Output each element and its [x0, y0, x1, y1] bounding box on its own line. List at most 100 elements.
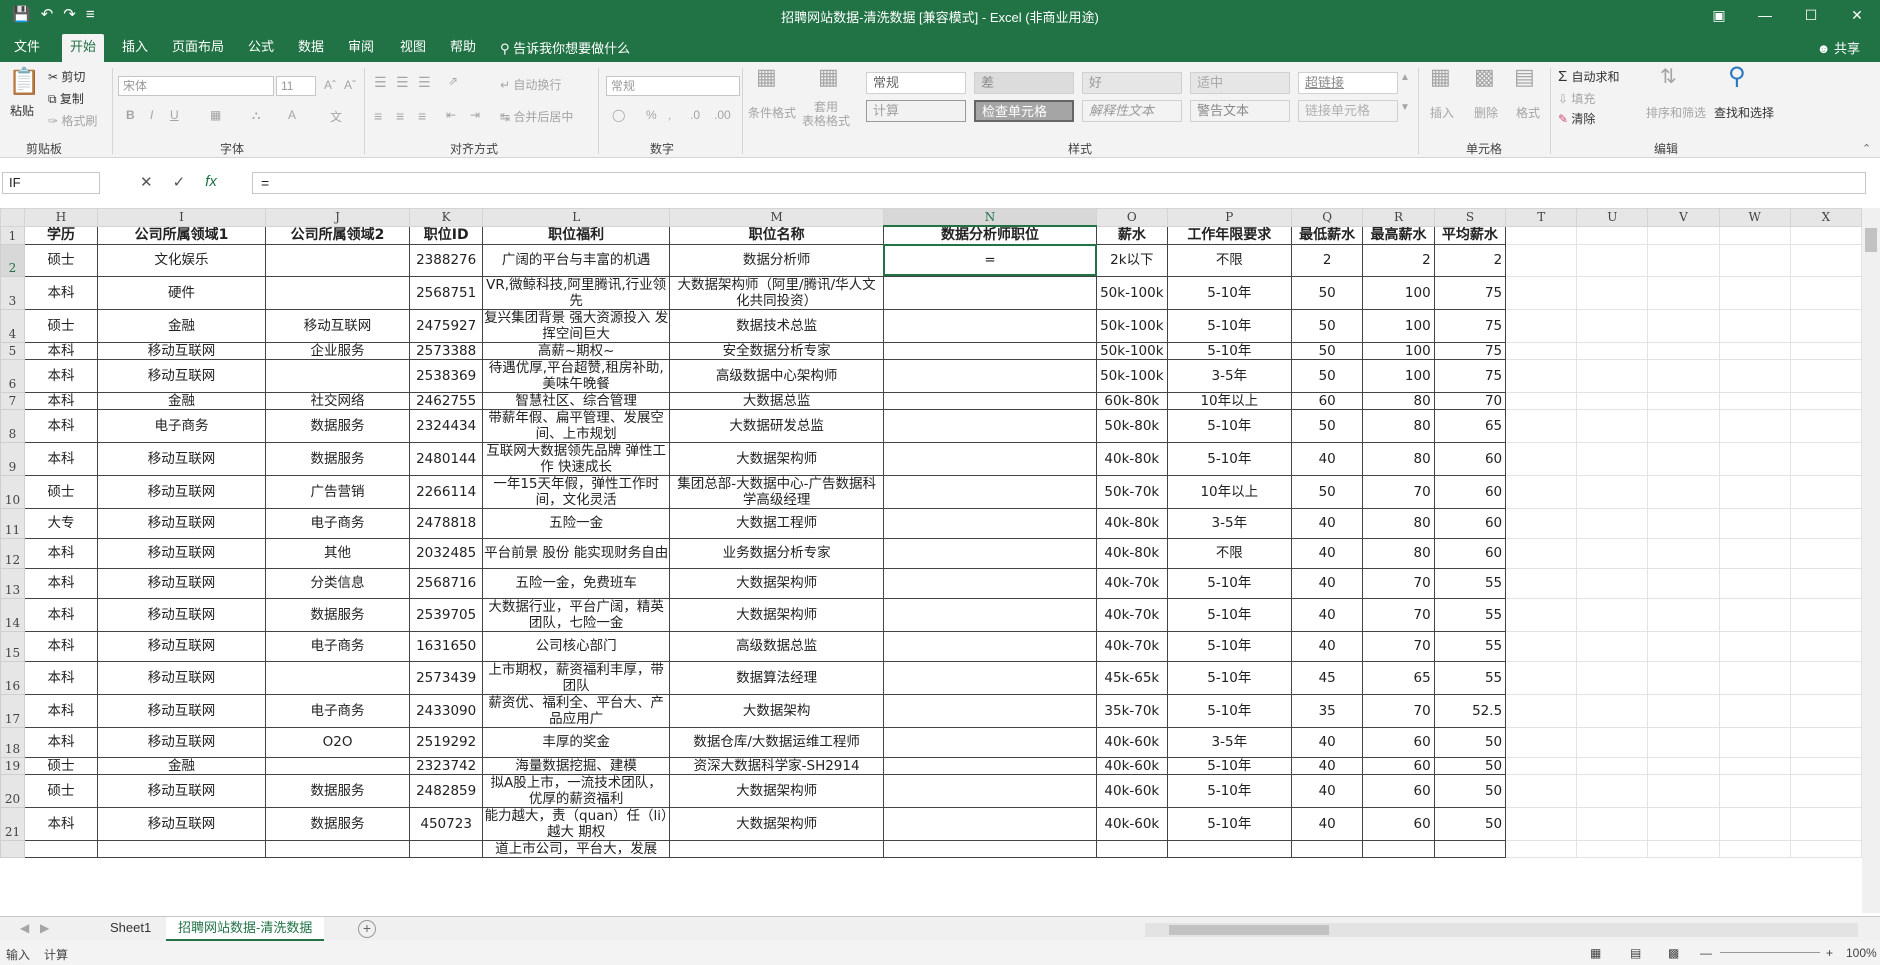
cell-empty[interactable]: [1647, 660, 1720, 695]
cell-o[interactable]: 40k-70k: [1096, 597, 1168, 632]
cell-l[interactable]: 五险一金: [482, 507, 671, 539]
column-header-t[interactable]: T: [1505, 208, 1578, 227]
cell-empty[interactable]: [1505, 630, 1578, 662]
increase-decimal-icon[interactable]: .0: [690, 108, 700, 122]
cell-k[interactable]: 2538369: [409, 358, 484, 393]
row-header[interactable]: 13: [0, 567, 25, 599]
cell-r[interactable]: [1362, 839, 1435, 858]
cell-empty[interactable]: [1789, 441, 1862, 476]
cell-i[interactable]: 移动互联网: [97, 341, 266, 360]
cell-h[interactable]: 本科: [23, 806, 99, 841]
cell-m[interactable]: 集团总部-大数据中心-广告数据科学高级经理: [669, 474, 884, 509]
cell-empty[interactable]: [1718, 358, 1791, 393]
tab-formulas[interactable]: 公式: [240, 34, 282, 62]
cell-k[interactable]: 2573439: [409, 660, 484, 695]
cell-s[interactable]: 55: [1433, 630, 1507, 662]
cell-j[interactable]: [264, 756, 411, 775]
cell-o[interactable]: 40k-80k: [1096, 507, 1168, 539]
cell-s[interactable]: 75: [1433, 341, 1507, 360]
select-all-corner[interactable]: [0, 208, 25, 227]
cell-i[interactable]: 移动互联网: [97, 806, 266, 841]
cell-r[interactable]: 70: [1362, 630, 1435, 662]
cell-p[interactable]: 5-10年: [1166, 308, 1293, 343]
worksheet-grid[interactable]: HIJKLMNOPQRSTUVWX 1 学历 公司所属领域1 公司所属领域2 职位ID 职…: [0, 208, 1862, 913]
table-format-button[interactable]: 套用 表格格式: [802, 100, 850, 128]
cell-empty[interactable]: [1576, 756, 1649, 775]
cell-empty[interactable]: [1576, 773, 1649, 808]
cell-empty[interactable]: [1718, 341, 1791, 360]
cell-r[interactable]: 60: [1362, 773, 1435, 808]
column-header-r[interactable]: R: [1362, 208, 1435, 227]
orientation-icon[interactable]: ⇗: [448, 74, 458, 88]
wrap-text-button[interactable]: ↵ 自动换行: [500, 76, 561, 93]
cell-h[interactable]: 本科: [23, 358, 99, 393]
cell-p[interactable]: 5-10年: [1166, 567, 1293, 599]
cell-p[interactable]: 5-10年: [1166, 597, 1293, 632]
cell-empty[interactable]: [1576, 630, 1649, 662]
conditional-format-button[interactable]: 条件格式: [748, 104, 796, 121]
cell-empty[interactable]: [1718, 567, 1791, 599]
cell-empty[interactable]: [1789, 225, 1862, 245]
cell-k[interactable]: 450723: [409, 806, 484, 841]
border-icon[interactable]: ▦: [210, 108, 221, 122]
cell-s[interactable]: 75: [1433, 358, 1507, 393]
cell-r[interactable]: 70: [1362, 567, 1435, 599]
cell-r[interactable]: 80: [1362, 441, 1435, 476]
row-header[interactable]: 17: [0, 693, 25, 728]
cell-q[interactable]: 50: [1291, 474, 1364, 509]
vertical-scroll-thumb[interactable]: [1865, 228, 1877, 252]
comma-icon[interactable]: ,: [668, 108, 671, 122]
format-painter-button[interactable]: ✑ 格式刷: [48, 112, 97, 129]
page-layout-view-icon[interactable]: ▤: [1630, 946, 1641, 960]
cell-empty[interactable]: [1505, 693, 1578, 728]
column-header-n[interactable]: N: [882, 208, 1098, 227]
cell-h[interactable]: 本科: [23, 597, 99, 632]
cell-empty[interactable]: [1718, 597, 1791, 632]
horizontal-scrollbar[interactable]: [1145, 923, 1858, 937]
cell-s[interactable]: 60: [1433, 441, 1507, 476]
fill-color-icon[interactable]: ⛬: [252, 108, 260, 123]
cell-o[interactable]: 40k-80k: [1096, 441, 1168, 476]
insert-cells-button[interactable]: 插入: [1430, 104, 1454, 121]
cell-o[interactable]: 40k-60k: [1096, 773, 1168, 808]
cell-p[interactable]: 5-10年: [1166, 275, 1293, 310]
cell-s[interactable]: 70: [1433, 391, 1507, 410]
share-button[interactable]: ☻ 共享: [1817, 38, 1860, 57]
ribbon-display-icon[interactable]: ▣: [1696, 0, 1742, 30]
cell-m[interactable]: [669, 839, 884, 858]
column-header-i[interactable]: I: [97, 208, 266, 227]
cell-m[interactable]: 大数据总监: [669, 391, 884, 410]
cell-empty[interactable]: [1647, 507, 1720, 539]
cell-p[interactable]: 10年以上: [1166, 474, 1293, 509]
cell-l[interactable]: 一年15天年假，弹性工作时间，文化灵活: [482, 474, 671, 509]
cell-l[interactable]: 公司核心部门: [482, 630, 671, 662]
cell-k[interactable]: 2539705: [409, 597, 484, 632]
cell-i[interactable]: 金融: [97, 756, 266, 775]
cell-empty[interactable]: [1576, 441, 1649, 476]
cell-s[interactable]: 55: [1433, 660, 1507, 695]
cell-k[interactable]: 2519292: [409, 726, 484, 758]
cell-p[interactable]: 5-10年: [1166, 773, 1293, 808]
tab-file[interactable]: 文件: [6, 34, 48, 62]
cell-m[interactable]: 大数据研发总监: [669, 408, 884, 443]
sheet-prev-icon[interactable]: ◀: [20, 921, 29, 935]
cell-j[interactable]: [264, 243, 411, 277]
tab-insert[interactable]: 插入: [114, 34, 156, 62]
cell-s[interactable]: [1433, 839, 1507, 858]
row-header[interactable]: 11: [0, 507, 25, 539]
cell-p[interactable]: 不限: [1166, 243, 1293, 277]
cell-m[interactable]: 数据分析师: [669, 243, 884, 277]
cell-q[interactable]: 40: [1291, 630, 1364, 662]
font-grow-icon[interactable]: Aˆ: [324, 78, 336, 92]
cell-empty[interactable]: [1505, 537, 1578, 569]
cell-l[interactable]: 广阔的平台与丰富的机遇: [482, 243, 671, 277]
cell-empty[interactable]: [1505, 660, 1578, 695]
font-color-icon[interactable]: A: [288, 108, 296, 122]
cell-empty[interactable]: [1647, 474, 1720, 509]
cell-empty[interactable]: [1505, 275, 1578, 310]
cell-i[interactable]: 移动互联网: [97, 537, 266, 569]
cell-q[interactable]: 50: [1291, 341, 1364, 360]
row-header[interactable]: 10: [0, 474, 25, 509]
cell-empty[interactable]: [1576, 391, 1649, 410]
cell-q[interactable]: 50: [1291, 358, 1364, 393]
